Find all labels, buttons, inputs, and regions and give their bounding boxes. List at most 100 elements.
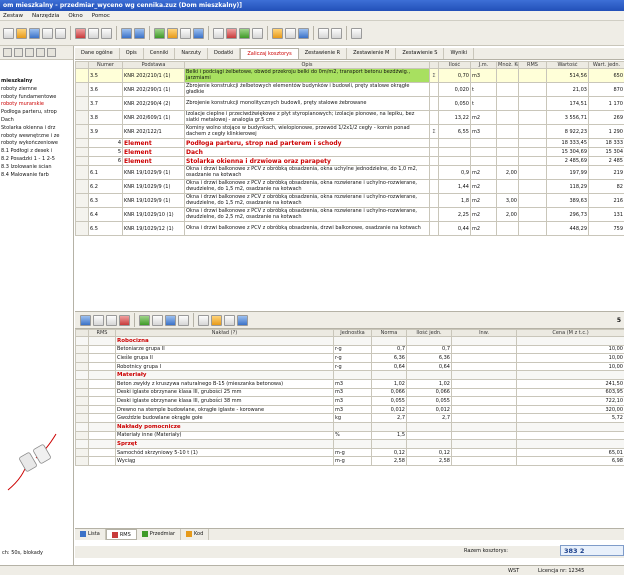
row-indicator[interactable] [75,138,89,148]
row-indicator[interactable] [75,221,89,236]
resource-price[interactable]: 722,10 [516,396,624,406]
resource-norm[interactable]: 0,12 [371,447,407,458]
table-row[interactable]: 3.6 KNR 202/290/1 (1) Zbrojenie konstrukcj… [75,82,624,97]
row-indicator[interactable] [75,336,89,346]
tree-item[interactable]: roboty murarskie [0,101,73,109]
resource-norm[interactable]: 2,7 [371,413,407,423]
tab-8[interactable]: Zestawienie S [396,48,445,59]
row-indicator[interactable] [75,361,89,372]
row-indicator[interactable] [75,396,89,406]
resource-row[interactable]: Wyciąg m-g 2,58 2,58 6,98 [75,456,624,466]
tab-4[interactable]: Dodatki [208,48,241,59]
tab-6[interactable]: Zestawienie R [299,48,348,59]
row-quantity[interactable]: 0,020 [438,82,471,97]
window-icon[interactable] [351,27,362,39]
table-row[interactable]: 3.7 KNR 202/290/4 (2) Zbrojenie konstrukcj… [75,96,624,111]
row-indicator[interactable] [75,165,89,180]
row-indicator[interactable] [75,421,89,432]
row-indicator[interactable] [75,370,89,380]
menu-okno[interactable]: Okno [68,13,82,19]
row-indicator[interactable] [75,96,89,111]
table-row[interactable]: 3.8 KNR 202/609/1 (1) Izolacje cieplne i p… [75,110,624,125]
tab-0[interactable]: Dane ogólne [75,48,120,59]
column-header[interactable]: Numer [88,61,123,69]
resource-list-icon[interactable] [165,314,176,326]
resource-norm[interactable]: 2,58 [371,456,407,466]
bottom-tab-0[interactable]: Lista [75,529,106,540]
row-quantity[interactable]: 0,70 [438,68,471,83]
resource-price[interactable]: 10,00 [516,361,624,372]
calculator-icon[interactable] [154,27,165,39]
move-up-icon[interactable] [80,314,91,326]
row-quantity[interactable]: 0,9 [438,165,471,180]
tree-item[interactable]: roboty ziemne [0,86,73,94]
resource-row[interactable]: Deski iglaste obrzynane klasa III, grubo… [75,396,624,406]
row-quantity[interactable]: 13,22 [438,110,471,125]
resource-row[interactable]: Betoniarze grupa II r-g 0,7 0,7 10,00 [75,344,624,355]
tab-3[interactable]: Narzuty [175,48,208,59]
table-row[interactable]: 6.1 KNR 19/1029/9 (1) Okna i drzwi balkono… [75,165,624,180]
resource-norm[interactable]: 0,64 [371,361,407,372]
resource-price[interactable]: 241,50 [516,378,624,389]
catalog-icon[interactable] [167,27,178,39]
row-quantity[interactable]: 2,25 [438,207,471,222]
resource-norm[interactable]: 0,012 [371,404,407,415]
resource-norm[interactable]: 6,36 [371,353,407,363]
insert-icon[interactable] [106,314,117,326]
table-row[interactable]: 6.2 KNR 19/1029/9 (1) Okna i drzwi balkono… [75,179,624,194]
tab-2[interactable]: Cenniki [144,48,176,59]
row-indicator[interactable] [75,179,89,194]
resource-norm[interactable]: 0,055 [371,396,407,406]
menu-narzedzia[interactable]: Narzędzia [32,13,59,19]
resource-norm[interactable]: 1,02 [371,378,407,389]
tab-5[interactable]: Zaliczaj kosztorys [240,48,299,59]
tree-item[interactable]: Dach [0,117,73,125]
chart-icon[interactable] [193,27,204,39]
column-header[interactable] [75,329,89,337]
row-indicator[interactable] [75,68,89,83]
table-row[interactable]: 6.5 KNR 19/1029/12 (1) Okna i drzwi balkon… [75,221,624,236]
resource-price[interactable]: 10,00 [516,353,624,363]
tree-item[interactable]: roboty wewnętrzne i ze [0,133,73,141]
column-header[interactable]: RMS [88,329,116,337]
resource-price[interactable]: 65,01 [516,447,624,458]
column-header[interactable]: Ilość jedn. [406,329,452,337]
resource-row[interactable]: Nakłady pomocnicze [75,421,624,432]
row-quantity[interactable]: 0,050 [438,96,471,111]
row-indicator[interactable] [75,344,89,355]
menu-pomoc[interactable]: Pomoc [92,13,110,19]
resource-row[interactable]: Robotnicy grupa Ir-g 0,64 0,64 10,00 [75,361,624,372]
resource-price[interactable]: 5,72 [516,413,624,423]
tree-item[interactable]: 8.1 Podłogi z desek i [0,148,73,156]
resource-price[interactable]: 603,95 [516,387,624,398]
bottom-tab-2[interactable]: Przedmiar [137,529,182,540]
row-indicator[interactable] [75,156,89,166]
new-file-icon[interactable] [3,27,14,39]
bottom-tab-1[interactable]: RMS [105,529,137,540]
tree-item[interactable]: roboty fundamentowe [0,94,73,102]
column-header[interactable]: Podstawa [122,61,185,69]
paste-icon[interactable] [101,27,112,39]
table-row[interactable]: 6.4 KNR 19/1029/10 (1) Okna i drzwi balkon… [75,207,624,222]
import-icon[interactable] [285,27,296,39]
column-header[interactable] [429,61,439,69]
tree-item[interactable]: Podłoga parteru, strop [0,109,73,117]
row-indicator[interactable] [75,439,89,449]
resource-edit-icon[interactable] [152,314,163,326]
minus-icon[interactable] [318,27,329,39]
row-indicator[interactable] [75,193,89,208]
row-indicator[interactable] [75,147,89,157]
column-header[interactable]: Wartość [546,61,589,69]
row-indicator[interactable] [75,207,89,222]
lock-icon[interactable] [47,48,56,57]
resource-price[interactable]: 10,00 [516,344,624,355]
table-row[interactable]: 4 Element Podłoga parteru, strop nad parte… [75,138,624,148]
row-quantity[interactable]: 0,44 [438,221,471,236]
resource-row[interactable]: Materiały [75,370,624,380]
bottom-tab-3[interactable]: Kod [181,529,210,540]
resource-add-icon[interactable] [139,314,150,326]
column-header[interactable]: Ilość [438,61,471,69]
resource-norm[interactable]: 1,5 [371,430,407,441]
resource-row[interactable]: Materiały inne (Materiały)% 1,5 [75,430,624,441]
table-row[interactable]: 3.5 KNR 202/210/1 (1) Belki i podciągi żel… [75,68,624,83]
